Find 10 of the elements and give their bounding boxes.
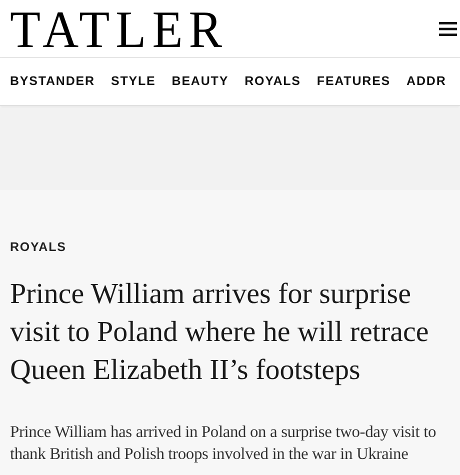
nav-link[interactable]: BEAUTY: [172, 72, 229, 91]
category-label[interactable]: ROYALS: [10, 238, 450, 257]
nav-link[interactable]: BYSTANDER: [10, 72, 95, 91]
nav-link[interactable]: FEATURES: [316, 72, 391, 91]
menu-icon[interactable]: [439, 22, 457, 36]
standfirst: Prince William has arrived in Poland on a surprise two-day visit to thank British and Polish troops involved in the war in Ukraine: [10, 420, 438, 465]
headline: Prince William arrives for surprise visit to Poland where he will retrace Queen Elizabeth II’s footsteps: [10, 276, 430, 388]
nav-link[interactable]: ROYALS: [244, 72, 301, 91]
nav-link[interactable]: ADDR: [406, 72, 446, 91]
nav-link[interactable]: STYLE: [110, 72, 156, 91]
